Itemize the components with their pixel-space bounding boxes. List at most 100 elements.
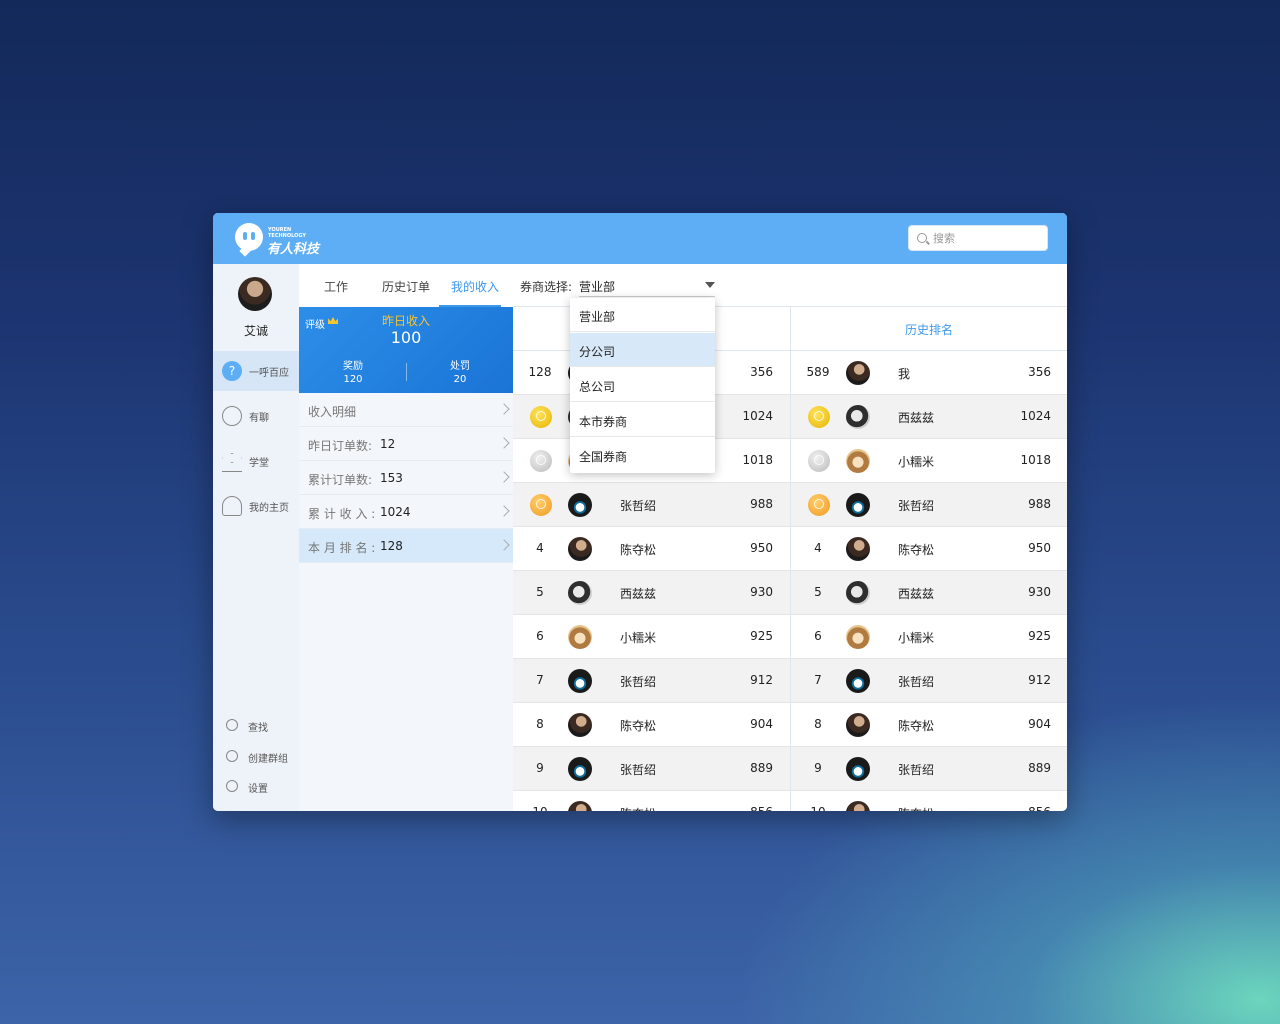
chevron-right-icon <box>498 471 510 483</box>
user-name: 张哲绍 <box>620 763 657 777</box>
user-name: 西兹兹 <box>898 411 935 425</box>
tab-work[interactable]: 工作 <box>324 278 348 295</box>
broker-option-yingyebu[interactable]: 营业部 <box>570 298 715 332</box>
sidebar-create-group[interactable]: 创建群组 <box>213 745 299 769</box>
history-ranking-header: 历史排名 <box>791 307 1067 351</box>
rank-number: 128 <box>528 365 552 379</box>
broker-dropdown-menu: 营业部 分公司 总公司 本市券商 全国券商 <box>570 298 715 473</box>
search-box[interactable] <box>908 225 1048 251</box>
avatar[interactable] <box>568 581 592 605</box>
user-name: 张哲绍 <box>898 675 935 689</box>
avatar[interactable] <box>846 757 870 781</box>
table-row[interactable]: 5 西兹兹 930 <box>513 571 790 615</box>
sidebar-find[interactable]: 查找 <box>213 714 299 738</box>
avatar[interactable] <box>846 537 870 561</box>
table-row[interactable]: 10 陈夺松 856 <box>513 791 790 811</box>
table-row[interactable]: 7 张哲绍 912 <box>513 659 790 703</box>
score: 912 <box>1028 673 1051 687</box>
penalty-value: 20 <box>453 374 467 385</box>
sidebar-item-yihubaiying[interactable]: ? 一呼百应 <box>213 351 299 391</box>
gear-icon <box>226 780 238 792</box>
avatar[interactable] <box>846 493 870 517</box>
user-name: 张哲绍 <box>898 499 935 513</box>
avatar[interactable] <box>568 537 592 561</box>
table-row[interactable]: 9 张哲绍 889 <box>513 747 790 791</box>
avatar[interactable] <box>846 625 870 649</box>
silver-medal-icon <box>808 450 830 472</box>
table-row[interactable]: 张哲绍 988 <box>791 483 1067 527</box>
score: 889 <box>750 761 773 775</box>
income-summary-card: 评级 昨日收入 100 奖励 120 处罚 20 <box>299 307 513 393</box>
avatar[interactable] <box>846 405 870 429</box>
avatar[interactable] <box>568 757 592 781</box>
logo-mark-icon <box>235 223 263 251</box>
avatar[interactable] <box>846 801 870 811</box>
avatar[interactable] <box>846 713 870 737</box>
avatar[interactable] <box>846 361 870 385</box>
rank-number: 8 <box>536 717 544 731</box>
table-row[interactable]: 6 小糯米 925 <box>513 615 790 659</box>
total-income-row[interactable]: 累 计 收 入 : 1024 <box>299 495 513 529</box>
avatar[interactable] <box>568 625 592 649</box>
rank-number: 5 <box>536 585 544 599</box>
avatar[interactable] <box>568 669 592 693</box>
broker-option-quanguo[interactable]: 全国券商 <box>570 438 715 472</box>
score: 904 <box>750 717 773 731</box>
avatar[interactable] <box>846 581 870 605</box>
table-row[interactable]: 张哲绍 988 <box>513 483 790 527</box>
score: 856 <box>991 805 1051 811</box>
table-row[interactable]: 7 张哲绍 912 <box>791 659 1067 703</box>
table-row[interactable]: 9 张哲绍 889 <box>791 747 1067 791</box>
total-orders-row[interactable]: 累计订单数: 153 <box>299 461 513 495</box>
broker-option-benshi[interactable]: 本市券商 <box>570 403 715 437</box>
broker-option-zonggongsi[interactable]: 总公司 <box>570 368 715 402</box>
sidebar-settings[interactable]: 设置 <box>213 775 299 799</box>
broker-select[interactable]: 营业部 <box>579 278 715 297</box>
table-row[interactable]: 10 陈夺松 856 <box>791 791 1067 811</box>
table-row[interactable]: 5 西兹兹 930 <box>791 571 1067 615</box>
avatar[interactable] <box>568 493 592 517</box>
score: 912 <box>750 673 773 687</box>
reward-label: 奖励 <box>343 361 363 372</box>
table-row[interactable]: 8 陈夺松 904 <box>791 703 1067 747</box>
table-row[interactable]: 小糯米 1018 <box>791 439 1067 483</box>
table-row[interactable]: 8 陈夺松 904 <box>513 703 790 747</box>
avatar[interactable] <box>568 713 592 737</box>
rank-number: 9 <box>536 761 544 775</box>
monthly-rank-row[interactable]: 本 月 排 名 : 128 <box>299 529 513 563</box>
table-row[interactable]: 4 陈夺松 950 <box>791 527 1067 571</box>
table-row[interactable]: 589 我 356 <box>791 351 1067 395</box>
tab-order-history[interactable]: 历史订单 <box>382 278 430 295</box>
table-row[interactable]: 4 陈夺松 950 <box>513 527 790 571</box>
user-name: 陈夺松 <box>620 719 657 733</box>
reward-value: 120 <box>343 374 363 385</box>
avatar[interactable] <box>846 449 870 473</box>
score: 1018 <box>742 453 773 467</box>
sidebar-item-xuetang[interactable]: 学堂 <box>213 441 299 481</box>
income-detail-row[interactable]: 收入明细 <box>299 393 513 427</box>
person-icon <box>222 496 242 516</box>
avatar[interactable] <box>846 669 870 693</box>
score: 930 <box>1028 585 1051 599</box>
broker-option-fengongsi[interactable]: 分公司 <box>570 333 715 367</box>
avatar[interactable] <box>238 277 272 311</box>
score: 1024 <box>742 409 773 423</box>
search-input[interactable] <box>933 229 1041 247</box>
score: 988 <box>750 497 773 511</box>
sidebar-item-homepage[interactable]: 我的主页 <box>213 486 299 526</box>
broker-label: 券商选择: <box>520 280 573 294</box>
table-row[interactable]: 6 小糯米 925 <box>791 615 1067 659</box>
sidebar-item-youliao[interactable]: 有聊 <box>213 396 299 436</box>
avatar[interactable] <box>568 801 592 811</box>
caret-down-icon[interactable] <box>705 282 715 288</box>
sidebar-item-label: 我的主页 <box>249 503 289 514</box>
user-name: 陈夺松 <box>898 719 935 733</box>
rank-number: 10 <box>805 805 831 811</box>
score: 988 <box>1028 497 1051 511</box>
score: 904 <box>1028 717 1051 731</box>
tab-my-income[interactable]: 我的收入 <box>451 278 499 295</box>
chat-icon <box>222 406 242 426</box>
yesterday-orders-row[interactable]: 昨日订单数: 12 <box>299 427 513 461</box>
logo: YOUREN TECHNOLOGY 有人科技 <box>235 221 355 257</box>
table-row[interactable]: 西兹兹 1024 <box>791 395 1067 439</box>
